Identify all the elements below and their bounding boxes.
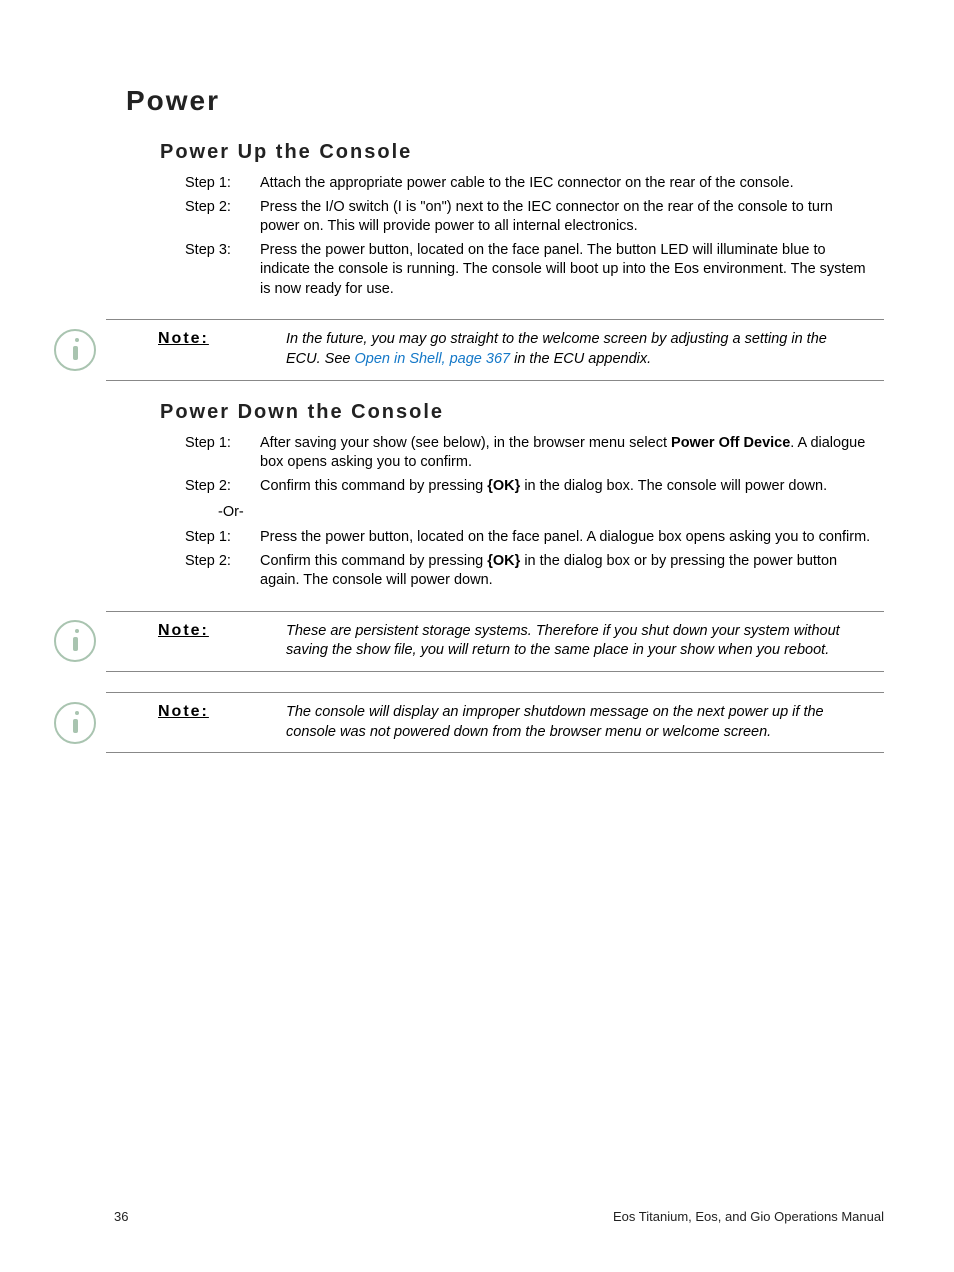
step-row: Step 1: Attach the appropriate power cab… — [185, 174, 884, 194]
step-label: Step 1: — [185, 434, 260, 473]
note-label: Note: — [106, 622, 246, 640]
or-separator: -Or- — [218, 504, 884, 520]
step-text-part: Confirm this command by pressing — [260, 478, 487, 494]
step-label: Step 2: — [185, 477, 260, 497]
power-down-steps-a: Step 1: After saving your show (see belo… — [70, 434, 884, 497]
step-label: Step 1: — [185, 174, 260, 194]
step-row: Step 2: Confirm this command by pressing… — [185, 552, 884, 591]
step-text-bold: Power Off Device — [671, 435, 790, 451]
step-label: Step 2: — [185, 198, 260, 237]
heading-power-up: Power Up the Console — [160, 141, 884, 164]
note-block: Note: In the future, you may go straight… — [106, 319, 884, 380]
step-text: Press the I/O switch (I is "on") next to… — [260, 198, 884, 237]
note-label: Note: — [106, 703, 246, 721]
info-icon — [54, 702, 96, 744]
step-text: Press the power button, located on the f… — [260, 528, 884, 548]
step-text: Attach the appropriate power cable to th… — [260, 174, 884, 194]
note-block: Note: These are persistent storage syste… — [106, 611, 884, 672]
step-row: Step 1: Press the power button, located … — [185, 528, 884, 548]
info-icon — [54, 329, 96, 371]
power-down-steps-b: Step 1: Press the power button, located … — [70, 528, 884, 591]
page-number: 36 — [114, 1209, 128, 1224]
link-open-in-shell[interactable]: Open in Shell, page 367 — [355, 351, 511, 367]
step-text: After saving your show (see below), in t… — [260, 434, 884, 473]
note-text: The console will display an improper shu… — [246, 703, 884, 742]
power-up-steps: Step 1: Attach the appropriate power cab… — [70, 174, 884, 299]
step-text-part: After saving your show (see below), in t… — [260, 435, 671, 451]
step-text: Confirm this command by pressing {OK} in… — [260, 477, 884, 497]
document-page: Power Power Up the Console Step 1: Attac… — [0, 0, 954, 1272]
step-text: Press the power button, located on the f… — [260, 241, 884, 300]
page-footer: 36 Eos Titanium, Eos, and Gio Operations… — [70, 1209, 884, 1224]
step-row: Step 3: Press the power button, located … — [185, 241, 884, 300]
step-row: Step 2: Press the I/O switch (I is "on")… — [185, 198, 884, 237]
step-text-bold: {OK} — [487, 478, 520, 494]
note-label: Note: — [106, 330, 246, 348]
heading-power: Power — [126, 85, 884, 117]
step-label: Step 3: — [185, 241, 260, 300]
step-text-bold: {OK} — [487, 553, 520, 569]
step-text-part: Confirm this command by pressing — [260, 553, 487, 569]
step-row: Step 1: After saving your show (see belo… — [185, 434, 884, 473]
note-block: Note: The console will display an improp… — [106, 692, 884, 753]
heading-power-down: Power Down the Console — [160, 401, 884, 424]
note-text: In the future, you may go straight to th… — [246, 330, 884, 369]
note-text: These are persistent storage systems. Th… — [246, 622, 884, 661]
step-label: Step 2: — [185, 552, 260, 591]
info-icon — [54, 620, 96, 662]
step-label: Step 1: — [185, 528, 260, 548]
step-text: Confirm this command by pressing {OK} in… — [260, 552, 884, 591]
step-row: Step 2: Confirm this command by pressing… — [185, 477, 884, 497]
note-text-part: in the ECU appendix. — [510, 351, 651, 367]
manual-title: Eos Titanium, Eos, and Gio Operations Ma… — [613, 1209, 884, 1224]
step-text-part: in the dialog box. The console will powe… — [520, 478, 827, 494]
